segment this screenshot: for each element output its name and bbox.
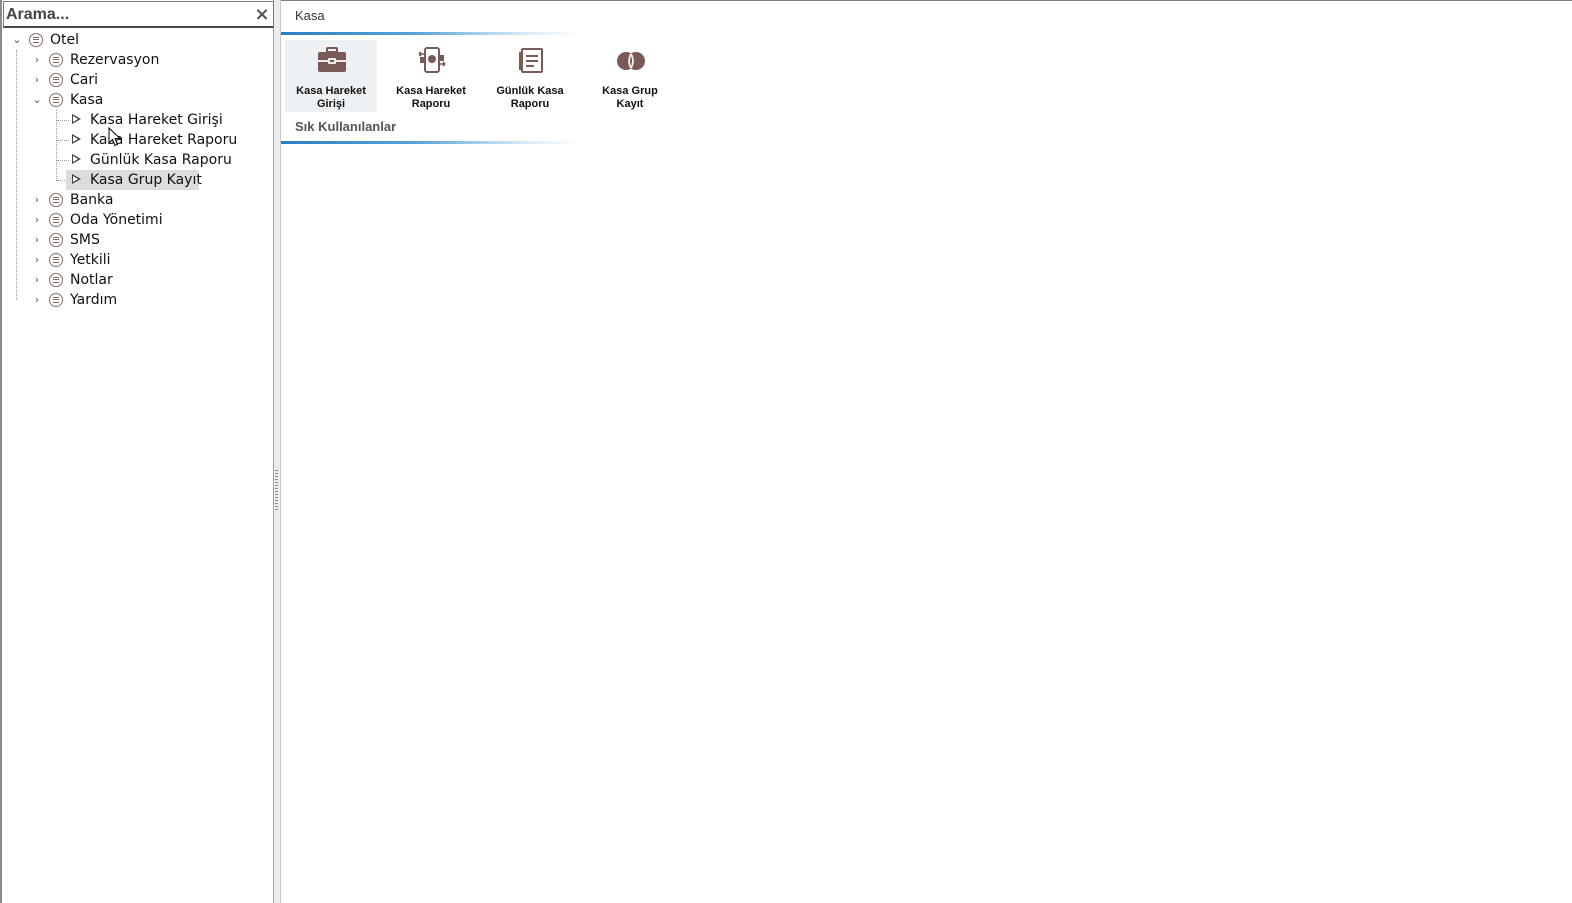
menu-icon xyxy=(49,53,63,67)
tree-node-label: Cari xyxy=(70,72,98,88)
tree-node-sms[interactable]: › SMS xyxy=(2,230,272,250)
menu-icon xyxy=(49,273,63,287)
cash-flow-icon xyxy=(418,47,446,73)
menu-icon xyxy=(49,193,63,207)
splitter-grip[interactable] xyxy=(275,470,278,510)
menu-icon xyxy=(49,213,63,227)
tile-caption: Kasa Hareket Girişi xyxy=(285,85,377,111)
tree-node-otel[interactable]: ⌄ Otel xyxy=(2,30,272,50)
menu-icon xyxy=(49,233,63,247)
panel-splitter[interactable] xyxy=(274,0,281,903)
tree-node-label: Kasa Grup Kayıt xyxy=(90,172,202,188)
tile-caption: Kasa Hareket Raporu xyxy=(385,85,477,111)
tree-node-label: Günlük Kasa Raporu xyxy=(90,152,232,168)
play-icon xyxy=(72,114,81,124)
chevron-right-icon[interactable]: › xyxy=(31,270,43,290)
menu-icon xyxy=(49,93,63,107)
frequent-underline xyxy=(281,141,581,144)
chevron-right-icon[interactable]: › xyxy=(31,230,43,250)
tile-caption: Kasa Grup Kayıt xyxy=(584,85,676,111)
chevron-right-icon[interactable]: › xyxy=(31,210,43,230)
tile-caption-line: Kasa Hareket xyxy=(296,85,366,97)
group-title: Kasa xyxy=(295,8,325,23)
mouse-cursor-icon xyxy=(108,127,122,147)
tile-caption-line: Girişi xyxy=(316,98,346,110)
tree-node-oda-yonetimi[interactable]: › Oda Yönetimi xyxy=(2,210,272,230)
tile-caption-line: Kasa Grup xyxy=(602,85,658,97)
tree-node-yardim[interactable]: › Yardım xyxy=(2,290,272,310)
tree-node-label: Rezervasyon xyxy=(70,52,160,68)
tree-node-label: Otel xyxy=(50,32,80,48)
chevron-right-icon[interactable]: › xyxy=(31,70,43,90)
chevron-right-icon[interactable]: › xyxy=(31,50,43,70)
tree-node-label: Banka xyxy=(70,192,114,208)
tree-node-rezervasyon[interactable]: › Rezervasyon xyxy=(2,50,272,70)
tile-caption-line: Raporu xyxy=(510,98,550,110)
tree-node-yetkili[interactable]: › Yetkili xyxy=(2,250,272,270)
frequent-title: Sık Kullanılanlar xyxy=(295,119,397,134)
menu-icon xyxy=(49,293,63,307)
tree-node-banka[interactable]: › Banka xyxy=(2,190,272,210)
chevron-right-icon[interactable]: › xyxy=(31,190,43,210)
chevron-right-icon[interactable]: › xyxy=(31,250,43,270)
tree-node-gunluk-kasa-raporu[interactable]: Günlük Kasa Raporu xyxy=(68,150,232,170)
tile-kasa-hareket-girisi[interactable]: Kasa Hareket Girişi xyxy=(285,40,377,112)
main-area: Kasa Kasa Hareket Girişi Kasa Hareket Ra… xyxy=(281,0,1572,903)
daily-report-icon xyxy=(519,48,543,73)
tile-caption: Günlük Kasa Raporu xyxy=(484,85,576,111)
tree-node-cari[interactable]: › Cari xyxy=(2,70,272,90)
navigation-panel: × ⌄ Otel › Rezervasyon › Cari ⌄ Kasa xyxy=(0,0,274,903)
tree-node-kasa-grup-kayit[interactable]: Kasa Grup Kayıt xyxy=(66,170,202,190)
tile-caption-line: Kasa Hareket xyxy=(396,85,466,97)
chevron-right-icon[interactable]: › xyxy=(31,290,43,310)
menu-icon xyxy=(49,253,63,267)
divider xyxy=(281,0,1572,1)
coins-icon xyxy=(617,52,645,70)
tree-node-label: Oda Yönetimi xyxy=(70,212,163,228)
tile-kasa-hareket-raporu[interactable]: Kasa Hareket Raporu xyxy=(385,40,477,112)
menu-icon xyxy=(29,33,43,47)
search-box: × xyxy=(3,1,274,28)
tile-caption-line: Kayıt xyxy=(616,98,644,110)
clear-icon[interactable]: × xyxy=(253,3,271,27)
tree-node-label: Yetkili xyxy=(70,252,111,268)
tree-node-kasa-hareket-raporu[interactable]: Kasa Hareket Raporu xyxy=(68,130,238,150)
menu-icon xyxy=(49,73,63,87)
tree-node-label: SMS xyxy=(70,232,100,248)
tile-gunluk-kasa-raporu[interactable]: Günlük Kasa Raporu xyxy=(484,40,576,112)
group-underline xyxy=(281,32,581,35)
chevron-down-icon[interactable]: ⌄ xyxy=(11,30,23,50)
briefcase-icon xyxy=(318,47,346,72)
tree-node-label: Yardım xyxy=(70,292,118,308)
tree-node-kasa[interactable]: ⌄ Kasa xyxy=(2,90,272,110)
tree-node-notlar[interactable]: › Notlar xyxy=(2,270,272,290)
chevron-down-icon[interactable]: ⌄ xyxy=(31,90,43,110)
play-icon xyxy=(72,154,81,164)
play-icon xyxy=(72,134,81,144)
tree-node-kasa-hareket-girisi[interactable]: Kasa Hareket Girişi xyxy=(68,110,223,130)
tree-node-label: Notlar xyxy=(70,272,113,288)
search-input[interactable] xyxy=(6,4,246,26)
tree-node-label: Kasa xyxy=(70,92,104,108)
tile-caption-line: Raporu xyxy=(411,98,451,110)
tile-caption-line: Günlük Kasa xyxy=(496,85,564,97)
play-icon xyxy=(72,174,81,184)
tile-kasa-grup-kayit[interactable]: Kasa Grup Kayıt xyxy=(584,40,676,112)
